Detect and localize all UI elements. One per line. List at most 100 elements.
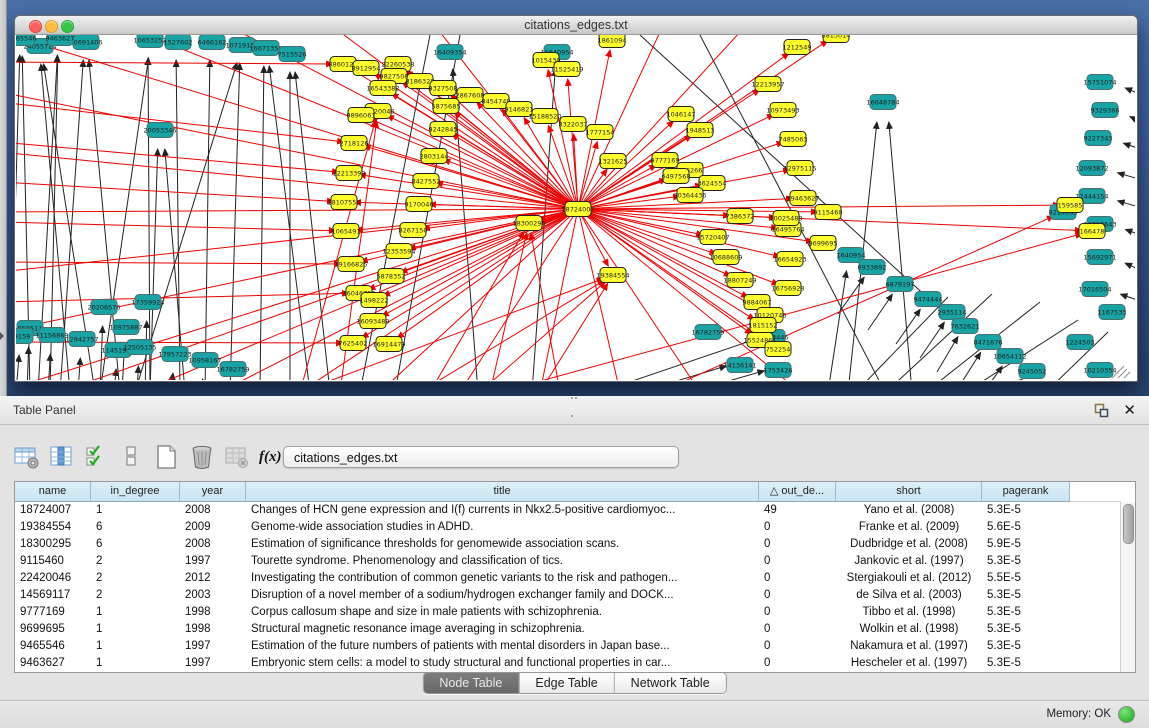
graph-node[interactable]: 2935114 [938,305,967,320]
table-row[interactable]: 1938455462009Genome-wide association stu… [15,519,1121,536]
graph-node[interactable]: 9463627 [46,35,75,46]
tab-edge-table[interactable]: Edge Table [518,673,613,693]
graph-node[interactable]: 9896061 [347,108,376,123]
graph-node[interactable]: 2803144 [420,149,449,164]
graph-node[interactable]: 6879197 [886,277,915,292]
graph-node[interactable]: 19166825 [334,257,367,272]
graph-node[interactable]: 8912954 [352,61,381,76]
graph-node[interactable]: 16543382 [366,81,399,96]
left-collapse-strip[interactable] [0,0,7,396]
graph-node[interactable]: 20364436 [673,188,706,203]
graph-node[interactable]: 8322037 [559,117,588,132]
graph-node[interactable]: 9242845 [429,122,458,137]
graph-node[interactable]: 7386372 [726,209,755,224]
graph-node[interactable]: 12213957 [751,77,784,92]
graph-node[interactable]: 7515526 [278,47,307,62]
graph-node[interactable]: 9227343 [1084,131,1113,146]
splitter-handle[interactable] [570,397,580,401]
network-canvas[interactable]: 2405572420691406106532571527602646616210… [16,35,1135,380]
graph-node[interactable]: 9115460 [814,205,843,220]
table-row[interactable]: 2242004622012Investigating the contribut… [15,570,1121,587]
graph-node[interactable]: 6466162 [198,35,227,50]
column-header-title[interactable]: title [246,482,759,502]
graph-node[interactable]: 16782759 [216,362,249,377]
graph-node[interactable]: 17016504 [1078,282,1111,297]
graph-node[interactable]: 12505135 [123,340,156,355]
graph-node[interactable]: 9465546 [16,35,36,46]
graph-node[interactable]: 9327508 [429,81,458,96]
graph-node[interactable]: 18724007 [561,202,594,217]
table-scrollbar[interactable] [1120,502,1135,672]
graph-node[interactable]: 18300295 [512,216,545,231]
graph-node[interactable]: 12093872 [1075,161,1108,176]
graph-node[interactable]: 1321625 [599,154,628,169]
column-header-in_degree[interactable]: in_degree [91,482,180,502]
table-row[interactable]: 1830029562008Estimation of significance … [15,536,1121,553]
graph-node[interactable]: 1498222 [360,293,389,308]
float-panel-icon[interactable] [1094,403,1109,418]
graph-node[interactable]: 16654923 [773,252,806,267]
column-header-pagerank[interactable]: pagerank [982,482,1070,502]
table-row[interactable]: 911546021997Tourette syndrome. Phenomeno… [15,553,1121,570]
graph-node[interactable]: 11525419 [550,62,583,77]
graph-node[interactable]: 1948513 [686,123,715,138]
column-header-short[interactable]: short [836,482,982,502]
column-header-name[interactable]: name [15,482,91,502]
table-row[interactable]: 1872400712008Changes of HCN gene express… [15,502,1121,519]
table-row[interactable]: 969969511998Structural magnetic resonanc… [15,621,1121,638]
select-column-icon[interactable] [49,444,75,470]
graph-node[interactable]: 166478 [1079,224,1105,239]
table-row[interactable]: 1456911722003Disruption of a novel membe… [15,587,1121,604]
network-window[interactable]: citations_edges.txt 24055724206914061065… [14,15,1138,382]
graph-node[interactable]: 18107554 [327,195,360,210]
graph-node[interactable]: 20206576 [87,300,120,315]
tab-network-table[interactable]: Network Table [614,673,726,693]
graph-node[interactable]: 12975115 [783,161,816,176]
graph-node[interactable]: 10688609 [709,250,742,265]
graph-node[interactable]: 16409354 [433,45,466,60]
graph-node[interactable]: 14136141 [723,358,756,373]
graph-node[interactable]: 5875685 [432,99,461,114]
graph-node[interactable]: 15692971 [1083,250,1116,265]
graph-node[interactable]: 8427552 [412,174,441,189]
scrollbar-thumb[interactable] [1123,504,1134,544]
column-header-year[interactable]: year [180,482,246,502]
graph-node[interactable]: 2718126 [340,136,369,151]
graph-node[interactable]: 7632621 [951,319,980,334]
column-header-out_de[interactable]: △ out_de... [759,482,836,502]
graph-node[interactable]: 9245052 [1018,364,1047,379]
graph-node[interactable]: 15751074 [1083,75,1116,90]
graph-node[interactable]: 9777169 [651,153,680,168]
graph-node[interactable]: 18807249 [723,273,756,288]
table-row[interactable]: 946554611997Estimation of the future num… [15,638,1121,655]
function-builder-icon[interactable]: f(x) [259,449,282,466]
graph-node[interactable]: 39159 [16,329,33,344]
table-mode-icon[interactable] [14,444,40,470]
graph-node[interactable]: 9170046 [405,197,434,212]
graph-node[interactable]: 16756928 [771,281,804,296]
graph-node[interactable]: 16914479 [372,337,405,352]
graph-node[interactable]: 16093489 [356,314,389,329]
graph-node[interactable]: 16782759 [691,325,724,340]
graph-node[interactable]: 752254 [765,342,791,357]
table-row[interactable]: 977716911998Corpus callosum shape and si… [15,604,1121,621]
graph-node[interactable]: 1861094 [598,35,627,48]
graph-node[interactable]: 16648784 [866,95,899,110]
select-all-icon[interactable] [84,444,110,470]
graph-node[interactable]: 15188520 [528,109,561,124]
graph-node[interactable]: 9474444 [914,292,943,307]
unselect-all-icon[interactable] [119,444,145,470]
graph-node[interactable]: 1527602 [164,35,193,50]
delete-table-icon-disabled[interactable] [224,444,250,470]
graph-node[interactable]: 1065491 [332,224,361,239]
graph-node[interactable]: 8267150 [399,223,428,238]
graph-node[interactable]: 1212549 [783,40,812,55]
graph-node[interactable]: 17957223 [158,347,191,362]
graph-node[interactable]: 10973493 [766,103,799,118]
graph-node[interactable]: 12213399 [332,166,365,181]
graph-node[interactable]: 10975887 [109,320,142,335]
graph-node[interactable]: 1815152 [749,318,778,333]
graph-node[interactable]: 10654112 [993,349,1026,364]
graph-node[interactable]: 5878352 [377,269,406,284]
graph-node[interactable]: 1224503 [1066,335,1095,350]
